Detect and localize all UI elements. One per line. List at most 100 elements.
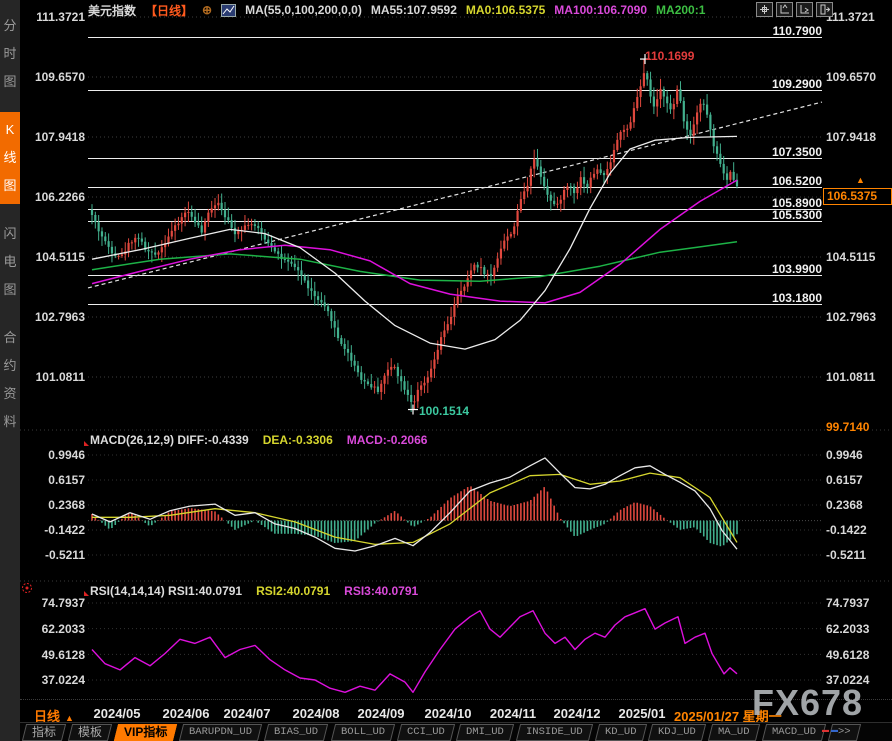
toolbar-item-kdj-ud[interactable]: KDJ_UD [648, 724, 706, 741]
toolbar-item-label: BOLL_UD [341, 725, 385, 740]
price-axis-label: 104.5115 [826, 250, 875, 264]
macd-scale-label: -0.1422 [826, 523, 867, 537]
month-tick-label: 2025/01 [619, 706, 666, 721]
macd-scale-label: 0.9946 [826, 448, 863, 462]
axis-scale-left-icon[interactable] [776, 2, 793, 17]
rsi2-value: RSI2:40.0791 [256, 584, 330, 598]
add-indicator-icon[interactable]: ⊕ [202, 3, 212, 17]
price-line-label: 103.1800 [732, 291, 822, 305]
toolbar-item-label: BIAS_UD [274, 725, 318, 740]
ma0-value: MA0:106.5375 [466, 3, 545, 17]
high-price-annotation: 110.1699 [645, 49, 694, 63]
sidebar-tab-time-share[interactable]: 分时图 [0, 8, 20, 100]
ma100-value: MA100:106.7090 [554, 3, 647, 17]
macd-title-row: MACD(26,12,9) DIFF:-0.4339 DEA:-0.3306 M… [90, 433, 427, 447]
toolbar-item-label: CCI_UD [407, 725, 445, 740]
mini-chart-icon [221, 4, 236, 17]
toolbar-item-bias-ud[interactable]: BIAS_UD [264, 724, 328, 741]
rsi-scale-label: 74.7937 [21, 596, 85, 610]
toolbar-item-dmi-ud[interactable]: DMI_UD [456, 724, 514, 741]
price-line-label: 107.3500 [732, 145, 822, 159]
price-axis-label: 104.5115 [21, 250, 85, 264]
toolbar-item-boll-ud[interactable]: BOLL_UD [330, 724, 394, 741]
price-axis-label: 109.6570 [826, 70, 876, 84]
macd-scale-label: 0.2368 [826, 498, 863, 512]
rsi1-value: RSI(14,14,14) RSI1:40.0791 [90, 584, 242, 598]
toolbar-item-ma-ud[interactable]: MA_UD [708, 724, 760, 741]
toolbar-item-macd-ud[interactable]: MACD_UD [762, 724, 826, 741]
rsi-scale-label: 62.2033 [21, 622, 85, 636]
macd-histogram [92, 486, 737, 546]
toolbar-item--[interactable]: 模板 [68, 724, 112, 741]
low-price-annotation: 100.1514 [419, 404, 469, 418]
time-axis: 日线▲ 2025/01/27 星期一 2024/052024/062024/07… [20, 699, 892, 723]
price-axis-label: 107.9418 [21, 130, 85, 144]
macd-scale-label: -0.1422 [21, 523, 85, 537]
price-axis-label: 102.7963 [826, 310, 876, 324]
axis-scale-right-icon[interactable] [796, 2, 813, 17]
toolbar-item--[interactable]: 指标 [22, 724, 66, 741]
ma-params: MA(55,0,100,200,0,0) [245, 3, 362, 17]
range-min-label: 99.7140 [826, 420, 869, 434]
price-line-label: 103.9900 [732, 262, 822, 276]
rsi-scale-label: 49.6128 [21, 648, 85, 662]
price-lines [88, 38, 822, 305]
toolbar-item-label: DMI_UD [466, 725, 504, 740]
rsi-scale-label: 62.2033 [826, 622, 869, 636]
macd-macd-value: MACD:-0.2066 [347, 433, 428, 447]
toolbar-item-label: 模板 [78, 725, 102, 740]
month-tick-label: 2024/09 [358, 706, 405, 721]
price-axis-label: 111.3721 [21, 10, 85, 24]
toolbar-item-label: KDJ_UD [658, 725, 696, 740]
move-icon[interactable] [756, 2, 773, 17]
current-price-badge: 106.5375 [823, 188, 892, 205]
macd-scale-label: -0.5211 [21, 548, 85, 562]
month-tick-label: 2024/05 [94, 706, 141, 721]
chart-header: 美元指数 【日线】 ⊕ MA(55,0,100,200,0,0) MA55:10… [88, 2, 754, 18]
rsi-title-row: RSI(14,14,14) RSI1:40.0791 RSI2:40.0791 … [90, 584, 418, 598]
month-tick-label: 2024/11 [490, 706, 536, 721]
rsi-scale-label: 37.0224 [826, 673, 869, 687]
toolbar-item-vip-[interactable]: VIP指标 [114, 724, 178, 741]
price-line-label: 105.5300 [732, 208, 822, 222]
macd-scale-label: 0.6157 [826, 473, 863, 487]
price-line-label: 106.5200 [732, 174, 822, 188]
price-line-label: 110.7900 [732, 24, 822, 38]
symbol-name: 美元指数 [88, 2, 136, 18]
toolbar-scroll-indicator[interactable]: ▬▬ [822, 727, 840, 734]
price-axis-label: 101.0811 [826, 370, 875, 384]
toolbar-item-label: KD_UD [605, 725, 637, 740]
sidebar-tab-contract-info[interactable]: 合约资料 [0, 320, 20, 440]
month-tick-label: 2024/10 [425, 706, 472, 721]
kline-chart-canvas[interactable] [0, 0, 892, 741]
price-line-label: 109.2900 [732, 77, 822, 91]
macd-scale-label: -0.5211 [826, 548, 866, 562]
toolbar-item-inside-ud[interactable]: INSIDE_UD [516, 724, 593, 741]
macd-scale-label: 0.9946 [21, 448, 85, 462]
rsi-scale-label: 37.0224 [21, 673, 85, 687]
sidebar: 分时图 K线图闪电图合约资料 [0, 0, 20, 741]
rsi3-value: RSI3:40.0791 [344, 584, 418, 598]
ma100-line [92, 180, 737, 303]
month-tick-label: 2024/12 [554, 706, 601, 721]
header-toolbar [756, 2, 833, 17]
sidebar-tab-kline[interactable]: K线图 [0, 112, 20, 204]
panel-toggle-icon[interactable] [816, 2, 833, 17]
price-axis-label: 107.9418 [826, 130, 876, 144]
panel-expand-icon[interactable] [84, 441, 89, 446]
price-axis-label: 101.0811 [21, 370, 85, 384]
toolbar-item-label: MA_UD [718, 725, 750, 740]
toolbar-item-cci-ud[interactable]: CCI_UD [396, 724, 454, 741]
toolbar-item-barupdn-ud[interactable]: BARUPDN_UD [179, 724, 262, 741]
toolbar-item-label: MACD_UD [772, 725, 816, 740]
toolbar-item-kd-ud[interactable]: KD_UD [595, 724, 647, 741]
sidebar-tab-lightning[interactable]: 闪电图 [0, 216, 20, 308]
kline-app-window: 分时图 K线图闪电图合约资料 美元指数 【日线】 ⊕ MA(55,0,100,20… [0, 0, 892, 741]
price-up-arrow-icon: ▲ [856, 175, 865, 185]
month-tick-label: 2024/08 [293, 706, 340, 721]
period-tag[interactable]: 【日线】 [145, 2, 193, 18]
ma55-value: MA55:107.9592 [371, 3, 457, 17]
price-axis-label: 111.3721 [826, 10, 875, 24]
macd-scale-label: 0.6157 [21, 473, 85, 487]
toolbar-item-label: 指标 [32, 725, 56, 740]
